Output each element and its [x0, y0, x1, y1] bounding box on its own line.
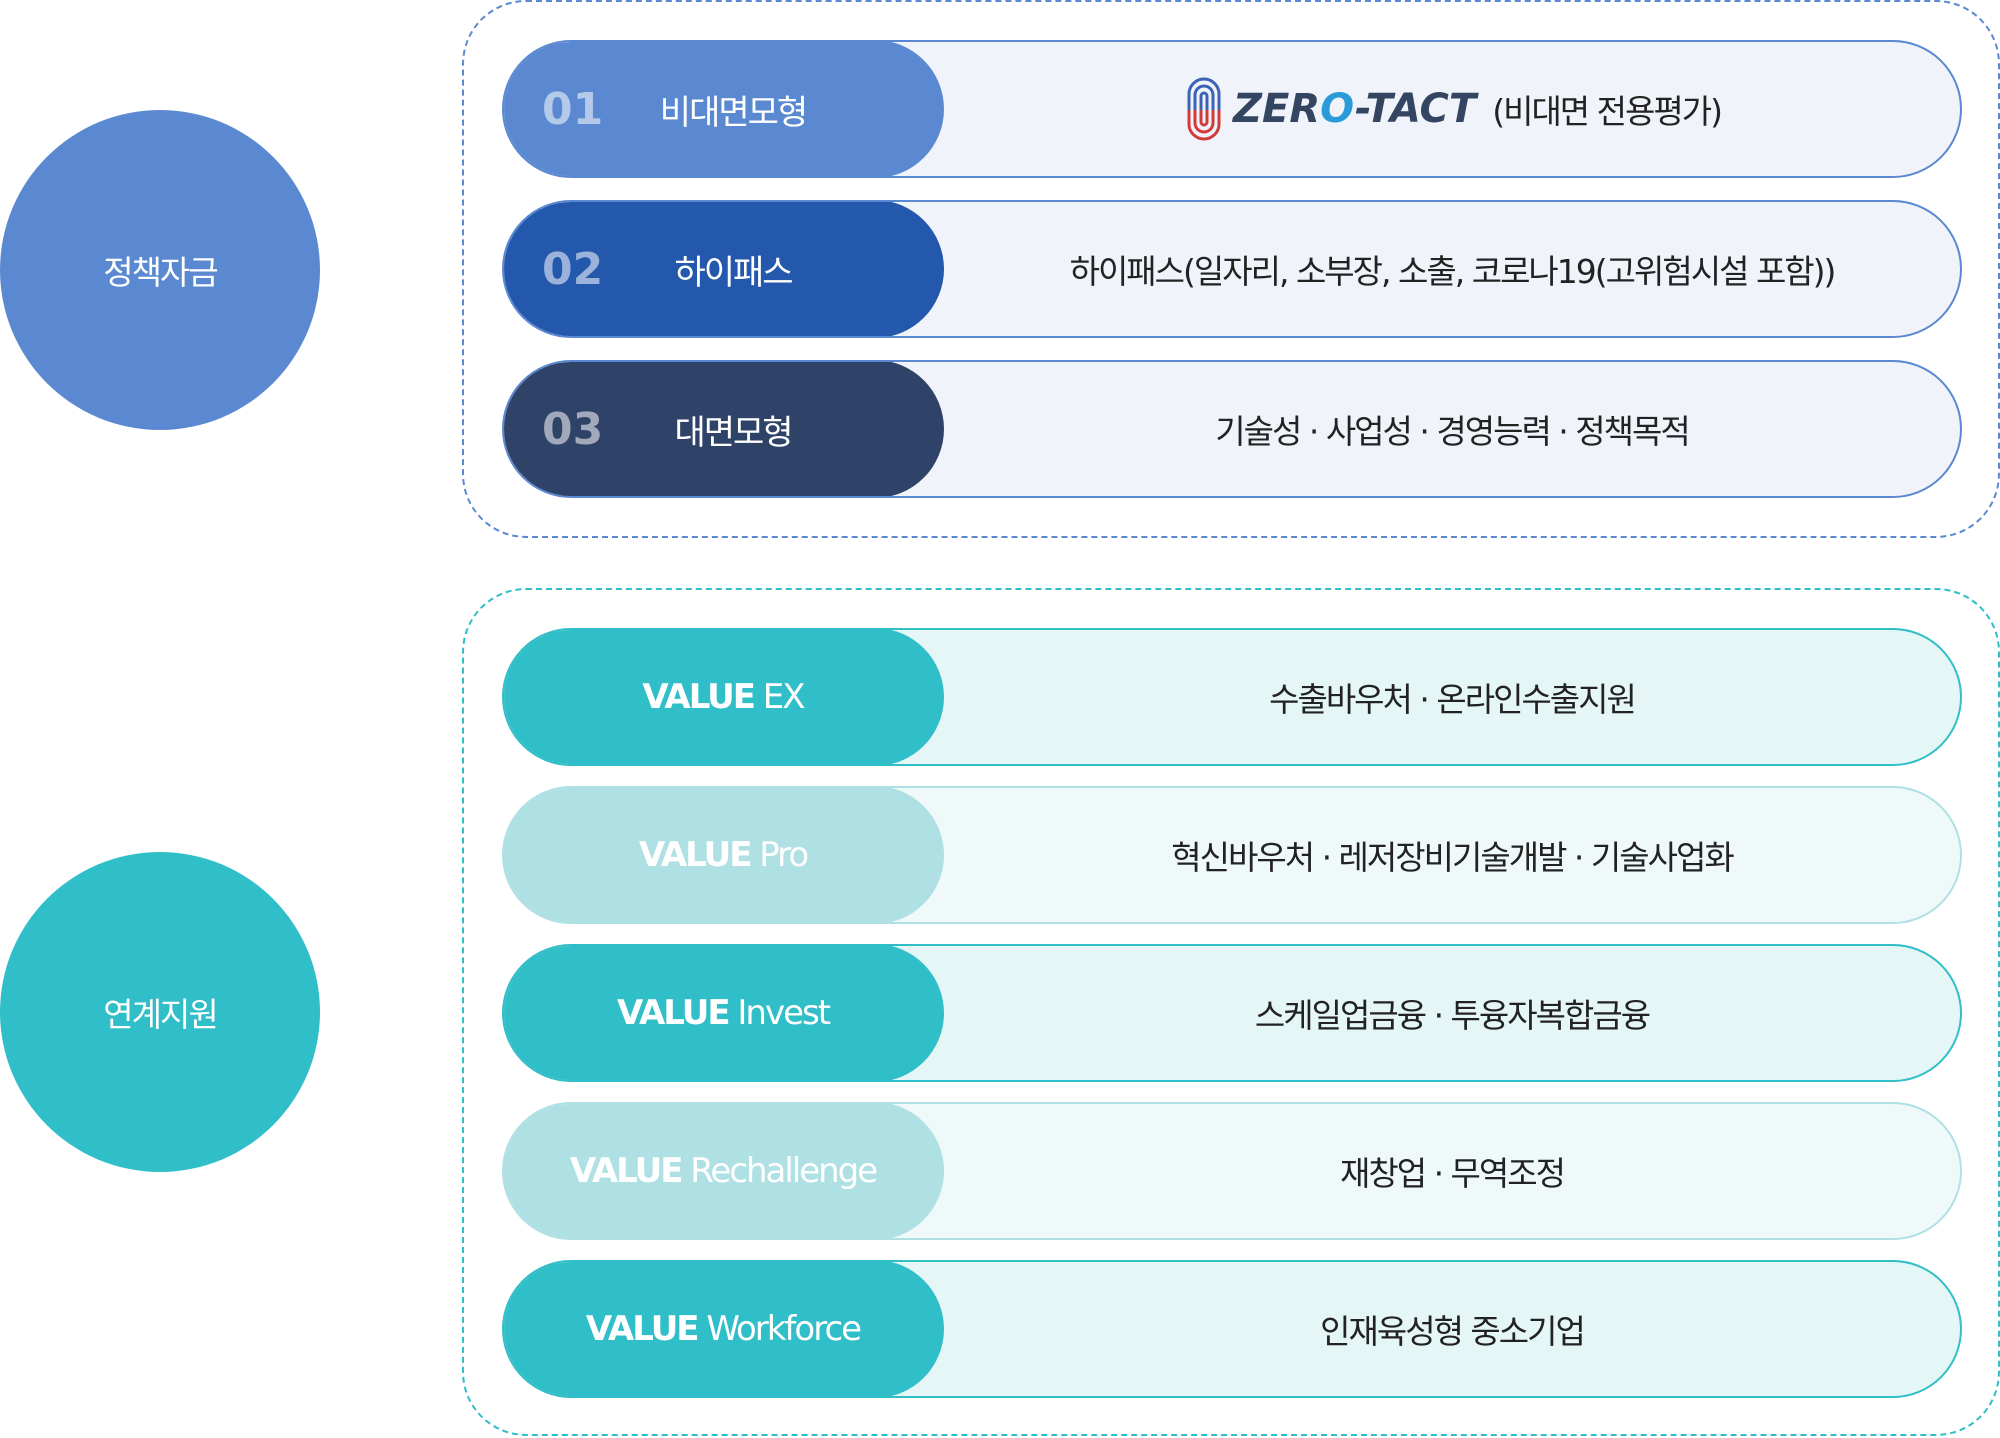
zero-tact-logo: ZERO-TACT (비대면 전용평가) [1183, 76, 1723, 142]
row-number: 03 [542, 403, 604, 455]
row-description: 하이패스(일자리, 소부장, 소출, 코로나19(고위험시설 포함)) [1069, 252, 1837, 291]
value-ex-pill: VALUE EX [504, 630, 944, 764]
value-brand: VALUE [569, 1151, 684, 1191]
policy-fund-group: 01 비대면모형 ZERO-TACT (비대면 전용평가) 02 하이패스 하이패스… [462, 0, 2000, 538]
value-program: EX [754, 677, 806, 717]
row-description: 기술성 · 사업성 · 경영능력 · 정책목적 [1215, 412, 1690, 451]
value-program: Workforce [697, 1309, 862, 1349]
value-brand: VALUE [616, 993, 731, 1033]
row-description: 수출바우처 · 온라인수출지원 [1269, 680, 1637, 719]
value-brand: VALUE [642, 677, 756, 717]
value-brand: VALUE [638, 835, 753, 875]
value-rechallenge-pill: VALUE Rechallenge [504, 1104, 944, 1238]
value-workforce-pill: VALUE Workforce [504, 1262, 944, 1396]
row-description-text: (비대면 전용평가) [1492, 92, 1723, 131]
zero-tact-wordmark: ZERO-TACT [1233, 86, 1477, 132]
policy-row-pill: 02 하이패스 [504, 202, 944, 336]
policy-row-pill: 03 대면모형 [504, 362, 944, 496]
value-invest-pill: VALUE Invest [504, 946, 944, 1080]
row-number: 02 [542, 243, 604, 295]
value-ex-row: VALUE EX 수출바우처 · 온라인수출지원 [502, 628, 1962, 766]
row-description: 재창업 · 무역조정 [1340, 1154, 1566, 1193]
row-label: 비대면모형 [659, 92, 808, 133]
value-program: Invest [728, 993, 831, 1033]
row-description: 혁신바우처 · 레저장비기술개발 · 기술사업화 [1171, 838, 1734, 877]
value-program: Rechallenge [681, 1151, 878, 1191]
policy-row-pill: 01 비대면모형 [504, 42, 944, 176]
value-pro-pill: VALUE Pro [504, 788, 944, 922]
row-description: 인재육성형 중소기업 [1320, 1312, 1586, 1351]
value-rechallenge-row: VALUE Rechallenge 재창업 · 무역조정 [502, 1102, 1962, 1240]
policy-fund-circle: 정책자금 [0, 110, 320, 430]
row-description: ZERO-TACT (비대면 전용평가) [944, 42, 1960, 176]
row-description: 스케일업금융 · 투융자복합금융 [1254, 996, 1651, 1035]
linked-support-circle: 연계지원 [0, 852, 320, 1172]
value-brand: VALUE [585, 1309, 700, 1349]
value-invest-row: VALUE Invest 스케일업금융 · 투융자복합금융 [502, 944, 1962, 1082]
policy-fund-label: 정책자금 [103, 253, 218, 292]
policy-row-02: 02 하이패스 하이패스(일자리, 소부장, 소출, 코로나19(고위험시설 포함… [502, 200, 1962, 338]
linked-support-label: 연계지원 [103, 995, 218, 1034]
value-program: Pro [750, 835, 809, 875]
value-workforce-row: VALUE Workforce 인재육성형 중소기업 [502, 1260, 1962, 1398]
zero-tact-emblem-icon [1187, 77, 1221, 141]
row-label: 하이패스 [674, 252, 793, 293]
policy-row-03: 03 대면모형 기술성 · 사업성 · 경영능력 · 정책목적 [502, 360, 1962, 498]
linked-support-group: VALUE EX 수출바우처 · 온라인수출지원 VALUE Pro 혁신바우처… [462, 588, 2000, 1436]
row-number: 01 [542, 83, 604, 135]
row-label: 대면모형 [674, 412, 793, 453]
value-pro-row: VALUE Pro 혁신바우처 · 레저장비기술개발 · 기술사업화 [502, 786, 1962, 924]
wordmark-accent: O [1320, 86, 1355, 132]
policy-row-01: 01 비대면모형 ZERO-TACT (비대면 전용평가) [502, 40, 1962, 178]
